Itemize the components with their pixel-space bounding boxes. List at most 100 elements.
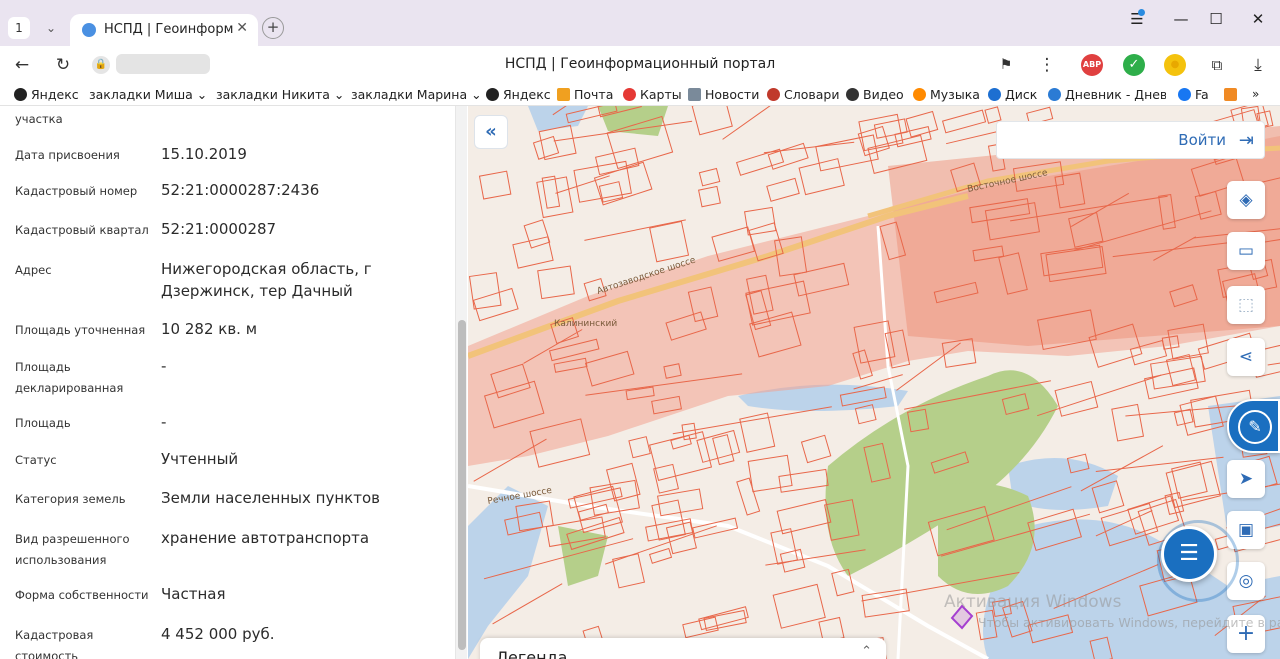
parcel-outline — [478, 170, 512, 200]
parcel-outline — [778, 468, 829, 493]
parcel-outline — [747, 454, 793, 493]
parcel-outline — [766, 177, 800, 202]
cadastral-map[interactable]: Автозаводское шоссе Восточное шоссе Кали… — [468, 106, 1280, 659]
field-label: Категория земель — [15, 492, 126, 506]
bookmark-extra[interactable] — [1224, 87, 1241, 102]
share-button[interactable]: ⋖ — [1227, 338, 1265, 376]
parcel-outline — [698, 185, 721, 208]
parcel-outline — [698, 167, 721, 187]
windows-activation-title: Активация Windows — [944, 592, 1122, 612]
browser-toolbar: ← ↻ 🔒 НСПД | Геоинформационный портал ⚑ … — [0, 46, 1280, 84]
parcel-outline — [538, 124, 577, 161]
parcel-info-panel: участка Дата присвоения 15.10.2019 Кадас… — [0, 106, 468, 659]
geolocation-icon: ➤ — [1238, 469, 1254, 489]
bookmark-facebook[interactable]: Fa — [1178, 87, 1209, 102]
map-canvas[interactable]: Автозаводское шоссе Восточное шоссе Кали… — [468, 106, 1280, 659]
new-tab-button[interactable]: + — [262, 17, 284, 39]
legend-title: Легенда — [496, 648, 568, 659]
parcel-outline — [648, 547, 673, 564]
login-button[interactable]: Войти ⇥ — [996, 121, 1265, 159]
collapse-panel-button[interactable]: « — [474, 115, 508, 149]
address-url-redacted[interactable] — [116, 54, 210, 74]
forest-area — [598, 106, 668, 136]
layers-button[interactable]: ◈ — [1227, 181, 1265, 219]
parcel-outline — [873, 118, 908, 139]
parcel-outline — [767, 142, 809, 170]
bookmark-folder-marina[interactable]: закладки Марина ⌄ — [351, 87, 482, 102]
parcel-outline — [905, 110, 939, 138]
parcel-boundary-line — [555, 175, 610, 194]
parcel-outline — [1054, 380, 1099, 417]
ownership-form-value: Частная — [161, 585, 226, 603]
more-menu-icon[interactable]: ⋮ — [1035, 53, 1059, 77]
bookmark-diary[interactable]: Дневник - Дневн — [1048, 87, 1166, 102]
lake-water — [528, 106, 588, 131]
adblock-extension-icon[interactable]: ABP — [1081, 54, 1103, 76]
select-area-button[interactable]: ⬚ — [1227, 286, 1265, 324]
bookmark-maps[interactable]: Карты — [623, 87, 682, 102]
bookmark-site-icon — [1224, 88, 1237, 101]
field-label: Кадастровый квартал — [15, 223, 149, 237]
parcel-outline — [532, 135, 560, 160]
parcel-boundary-line — [1095, 456, 1224, 472]
bookmark-disk[interactable]: Диск — [988, 87, 1037, 102]
field-label: Кадастровая стоимость — [15, 628, 94, 659]
parcel-outline — [1111, 403, 1145, 442]
more-bookmarks-icon[interactable]: » — [1252, 87, 1259, 101]
chat-button[interactable]: ☰ — [1161, 526, 1217, 582]
close-tab-icon[interactable]: ✕ — [236, 20, 248, 36]
back-arrow-icon[interactable]: ← — [10, 53, 34, 77]
lock-icon[interactable]: 🔒 — [92, 56, 110, 74]
bookmark-flag-icon[interactable]: ⚑ — [994, 53, 1018, 77]
cadastral-value-value: 4 452 000 руб. — [161, 625, 275, 643]
panel-scrollbar[interactable] — [455, 106, 467, 659]
bookmark-yandex-2[interactable]: Яндекс — [486, 87, 551, 102]
address-bar-title[interactable]: НСПД | Геоинформационный портал — [505, 56, 775, 72]
search-location-icon: ◎ — [1238, 571, 1254, 591]
scrollbar-thumb[interactable] — [458, 320, 466, 650]
geolocation-button[interactable]: ➤ — [1227, 460, 1265, 498]
parcel-outline — [798, 158, 845, 196]
cadastral-quarter-value[interactable]: 52:21:0000287 — [161, 218, 446, 240]
coin-extension-icon[interactable]: ● — [1164, 54, 1186, 76]
bookmark-mail[interactable]: Почта — [557, 87, 613, 102]
download-icon[interactable]: ⤓ — [1246, 53, 1270, 77]
minimize-icon[interactable]: — — [1166, 8, 1196, 30]
legend-panel[interactable]: Легенда ⌃ — [480, 638, 886, 659]
field-label: Адрес — [15, 263, 52, 277]
bookmark-music[interactable]: Музыка — [913, 87, 980, 102]
bookmark-folder-misha[interactable]: закладки Миша ⌄ — [89, 87, 207, 102]
check-extension-icon[interactable]: ✓ — [1123, 54, 1145, 76]
declared-area-value: - — [161, 357, 167, 375]
chat-bubble-icon: ☰ — [1179, 541, 1199, 566]
dictionary-icon — [767, 88, 780, 101]
parcel-outline — [691, 106, 733, 136]
mail-icon — [557, 88, 570, 101]
tab-list-chevron-icon[interactable]: ⌄ — [40, 17, 62, 39]
window-close-icon[interactable]: ✕ — [1243, 8, 1273, 30]
bookmark-news[interactable]: Новости — [688, 87, 759, 102]
bookmark-dictionary[interactable]: Словари — [767, 87, 839, 102]
reload-icon[interactable]: ↻ — [51, 53, 75, 77]
bookmark-folder-nikita[interactable]: закладки Никита ⌄ — [216, 87, 344, 102]
ruler-button[interactable]: ▭ — [1227, 232, 1265, 270]
chevron-up-icon[interactable]: ⌃ — [861, 644, 872, 659]
parcel-outline — [941, 109, 987, 134]
assistant-button[interactable]: ✎ — [1227, 399, 1280, 453]
maximize-icon[interactable]: ☐ — [1201, 8, 1231, 30]
parcel-outline — [736, 477, 761, 516]
active-tab[interactable]: НСПД | Геоинформационный портал ✕ — [70, 14, 258, 46]
site-favicon-icon — [82, 23, 96, 37]
parcel-boundary-line — [605, 525, 717, 565]
bookmark-video[interactable]: Видео — [846, 87, 904, 102]
cadastral-number-value[interactable]: 52:21:0000287:2436 — [161, 179, 446, 201]
parcel-outline — [735, 148, 785, 176]
forest-area — [558, 526, 608, 586]
maps-icon — [623, 88, 636, 101]
collections-icon[interactable]: ⧉ — [1205, 53, 1229, 77]
hamburger-menu-icon[interactable]: ☰ — [1122, 8, 1152, 30]
tab-counter[interactable]: 1 — [8, 17, 30, 39]
windows-activation-hint: Чтобы активировать Windows, перейдите в … — [978, 615, 1280, 630]
tab-title: НСПД | Геоинформационный портал — [104, 22, 234, 37]
bookmark-yandex[interactable]: Яндекс — [14, 87, 79, 102]
